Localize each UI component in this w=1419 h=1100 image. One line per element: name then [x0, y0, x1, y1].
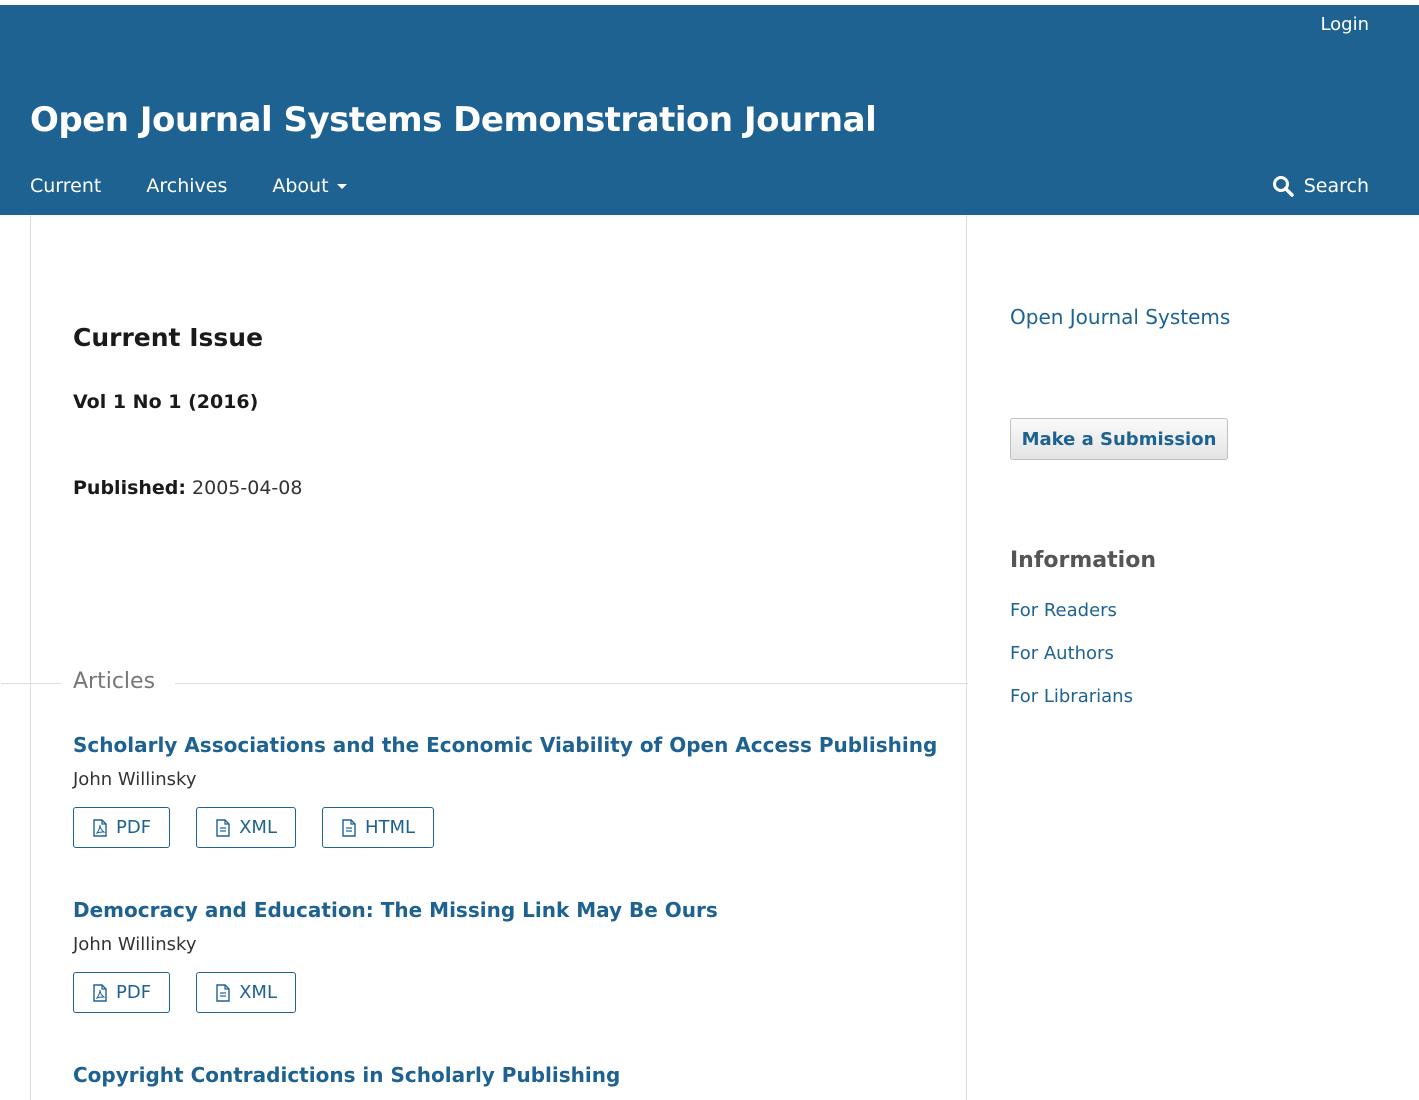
articles-section-heading: Articles [61, 669, 176, 694]
article-summary: Scholarly Associations and the Economic … [73, 733, 937, 848]
page-title: Current Issue [73, 323, 264, 352]
article-author: John Willinsky [73, 934, 197, 955]
article-summary: Copyright Contradictions in Scholarly Pu… [73, 1063, 620, 1087]
issue-identification: Vol 1 No 1 (2016) [73, 391, 259, 413]
article-title-link[interactable]: Democracy and Education: The Missing Lin… [73, 898, 718, 922]
article-title-link[interactable]: Copyright Contradictions in Scholarly Pu… [73, 1063, 620, 1087]
login-link[interactable]: Login [1320, 14, 1369, 35]
make-submission-button[interactable]: Make a Submission [1010, 418, 1228, 460]
caret-down-icon [336, 183, 347, 189]
nav-about[interactable]: About [272, 175, 347, 197]
nav-archives-label: Archives [146, 175, 228, 197]
search-icon [1272, 176, 1294, 197]
primary-nav: Current Archives About [30, 175, 392, 197]
pdf-file-icon [93, 818, 107, 837]
document-icon [342, 818, 356, 837]
article-summary: Democracy and Education: The Missing Lin… [73, 898, 718, 1013]
nav-archives[interactable]: Archives [146, 175, 227, 197]
nav-current-label: Current [30, 175, 102, 197]
ojs-link[interactable]: Open Journal Systems [1010, 305, 1230, 329]
site-title[interactable]: Open Journal Systems Demonstration Journ… [30, 100, 877, 140]
site-header: Login Open Journal Systems Demonstration… [0, 5, 1419, 215]
pdf-galley-button[interactable]: PDF [73, 807, 171, 848]
galley-label: XML [239, 817, 277, 838]
galley-links: PDF XML [73, 972, 718, 1013]
search-link[interactable]: Search [1272, 175, 1369, 197]
galley-label: PDF [116, 982, 152, 1003]
galley-label: XML [239, 982, 277, 1003]
pdf-file-icon [93, 983, 107, 1002]
document-icon [216, 983, 230, 1002]
for-librarians-link[interactable]: For Librarians [1010, 686, 1133, 707]
nav-about-label: About [272, 175, 329, 197]
published-date: 2005-04-08 [192, 477, 303, 499]
for-readers-link[interactable]: For Readers [1010, 600, 1117, 621]
article-author: John Willinsky [73, 769, 197, 790]
main-content: Current Issue Vol 1 No 1 (2016) Publishe… [1, 215, 968, 1100]
nav-current[interactable]: Current [30, 175, 101, 197]
xml-galley-button[interactable]: XML [196, 972, 296, 1013]
published-label: Published: [73, 477, 186, 499]
sidebar: Open Journal Systems Make a Submission I… [1010, 215, 1390, 1100]
article-title-link[interactable]: Scholarly Associations and the Economic … [73, 733, 937, 757]
pdf-galley-button[interactable]: PDF [73, 972, 171, 1013]
html-galley-button[interactable]: HTML [321, 807, 435, 848]
xml-galley-button[interactable]: XML [196, 807, 296, 848]
for-authors-link[interactable]: For Authors [1010, 643, 1114, 664]
information-heading: Information [1010, 548, 1156, 573]
galley-label: HTML [364, 817, 416, 838]
galley-links: PDF XML HTML [73, 807, 937, 848]
galley-label: PDF [116, 817, 152, 838]
published-info: Published: 2005-04-08 [73, 477, 302, 499]
document-icon [216, 818, 230, 837]
search-label: Search [1303, 175, 1369, 197]
